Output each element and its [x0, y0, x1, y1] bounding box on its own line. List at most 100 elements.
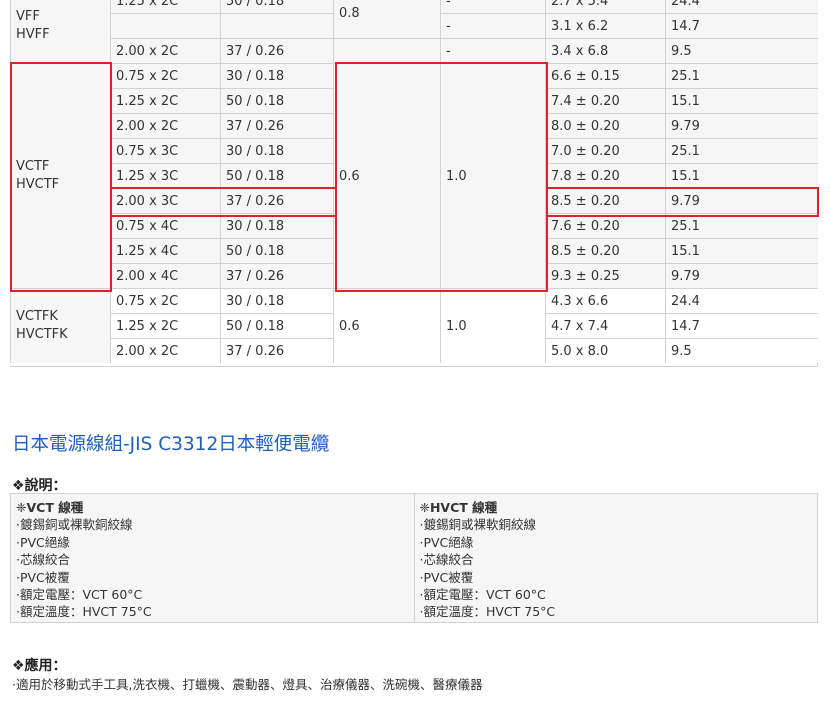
size-cell: 1.25 x 4C [110, 238, 220, 263]
description-line: ·PVC絕緣 [419, 534, 474, 550]
resistance-cell: 14.7 [665, 313, 818, 338]
description-heading: ❖說明： [12, 478, 67, 494]
dimension-cell: 3.1 x 6.2 [545, 13, 665, 38]
description-line: ·芯線絞合 [419, 552, 474, 568]
size-cell: 1.25 x 3C [110, 163, 220, 188]
dimension-cell: 7.4 ± 0.20 [545, 88, 665, 113]
spec-table: VFF HVFF VCTF HVCTF VCTFK HVCTFK 1.25 x 2C 50 /… [10, 0, 818, 367]
description-box: ❈VCT 線種 ·鍍錫銅或裸軟銅絞線 ·PVC絕緣 ·芯線絞合 ·PVC被覆 ·… [10, 493, 818, 623]
strand-cell: 50 / 0.18 [220, 0, 333, 13]
strand-cell: 30 / 0.18 [220, 288, 333, 313]
description-line: ·額定溫度：HVCT 75°C [16, 604, 152, 620]
resistance-cell: 25.1 [665, 138, 818, 163]
dimension-cell: 5.0 x 8.0 [545, 338, 665, 363]
size-cell: 1.25 x 2C [110, 88, 220, 113]
size-cell [110, 13, 220, 38]
dimension-cell: 8.0 ± 0.20 [545, 113, 665, 138]
sheath-vctfk: 1.0 [440, 288, 545, 363]
strand-cell: 37 / 0.26 [220, 38, 333, 63]
description-line: ·PVC絕緣 [16, 534, 70, 550]
resistance-cell: 9.79 [665, 113, 818, 138]
column-title: ❈HVCT 線種 [419, 500, 498, 515]
resistance-cell: 24.4 [665, 0, 818, 13]
type-vctf: VCTF HVCTF [10, 63, 110, 288]
resistance-cell: 25.1 [665, 63, 818, 88]
resistance-cell: 15.1 [665, 88, 818, 113]
resistance-cell: 9.5 [665, 38, 818, 63]
size-cell: 0.75 x 2C [110, 63, 220, 88]
resistance-cell: 15.1 [665, 163, 818, 188]
strand-cell: 37 / 0.26 [220, 263, 333, 288]
description-column-vct: ❈VCT 線種 ·鍍錫銅或裸軟銅絞線 ·PVC絕緣 ·芯線絞合 ·PVC被覆 ·… [11, 494, 414, 622]
strand-cell: 30 / 0.18 [220, 63, 333, 88]
type-name: HVCTF [16, 177, 60, 192]
strand-cell: 37 / 0.26 [220, 113, 333, 138]
strand-cell: 30 / 0.18 [220, 138, 333, 163]
dimension-cell: 2.7 x 5.4 [545, 0, 665, 13]
application-heading: ❖應用： [12, 658, 67, 674]
resistance-cell: 9.79 [665, 188, 818, 213]
description-line: ·芯線絞合 [16, 552, 70, 568]
dimension-cell: 3.4 x 6.8 [545, 38, 665, 63]
dimension-cell: 9.3 ± 0.25 [545, 263, 665, 288]
strand-cell: 50 / 0.18 [220, 88, 333, 113]
resistance-cell: 24.4 [665, 288, 818, 313]
sheath-vff: - [440, 0, 545, 13]
sheath-vctf: 1.0 [440, 63, 545, 288]
type-name: VFF [16, 9, 40, 24]
type-name: HVFF [16, 27, 50, 42]
dimension-cell: 6.6 ± 0.15 [545, 63, 665, 88]
description-line: ·鍍錫銅或裸軟銅絞線 [419, 517, 536, 533]
resistance-cell: 9.5 [665, 338, 818, 363]
dimension-cell: 7.0 ± 0.20 [545, 138, 665, 163]
size-cell: 2.00 x 3C [110, 188, 220, 213]
type-name: VCTFK [16, 309, 58, 324]
column-title: ❈VCT 線種 [16, 500, 84, 515]
resistance-cell: 9.79 [665, 263, 818, 288]
dimension-cell: 8.5 ± 0.20 [545, 238, 665, 263]
size-cell: 0.75 x 3C [110, 138, 220, 163]
application-text: ·適用於移動式手工具,洗衣機、打蠟機、震動器、燈具、治療儀器、洗碗機、醫療儀器 [12, 677, 483, 692]
type-vctfk: VCTFK HVCTFK [10, 288, 110, 363]
description-line: ·鍍錫銅或裸軟銅絞線 [16, 517, 133, 533]
sheath-vff: - [440, 13, 545, 38]
resistance-cell: 15.1 [665, 238, 818, 263]
description-column-hvct: ❈HVCT 線種 ·鍍錫銅或裸軟銅絞線 ·PVC絕緣 ·芯線絞合 ·PVC被覆 … [413, 494, 817, 622]
strand-cell: 50 / 0.18 [220, 163, 333, 188]
resistance-cell: 25.1 [665, 213, 818, 238]
description-line: ·額定電壓：VCT 60°C [16, 587, 143, 603]
strand-cell [220, 13, 333, 38]
strand-cell: 50 / 0.18 [220, 238, 333, 263]
size-cell: 2.00 x 2C [110, 338, 220, 363]
type-name: HVCTFK [16, 327, 68, 342]
sheath-vff: - [440, 38, 545, 63]
strand-cell: 50 / 0.18 [220, 313, 333, 338]
description-line: ·額定溫度：HVCT 75°C [419, 604, 556, 620]
insulation-vff-blank [333, 38, 440, 63]
size-cell: 0.75 x 2C [110, 288, 220, 313]
strand-cell: 37 / 0.26 [220, 338, 333, 363]
dimension-cell: 4.7 x 7.4 [545, 313, 665, 338]
description-line: ·PVC被覆 [419, 569, 474, 585]
size-cell: 2.00 x 4C [110, 263, 220, 288]
insulation-vctf: 0.6 [333, 63, 440, 288]
type-name: VCTF [16, 159, 50, 174]
type-vff: VFF HVFF [10, 0, 110, 63]
dimension-cell: 7.6 ± 0.20 [545, 213, 665, 238]
insulation-vff: 0.8 [333, 0, 440, 38]
dimension-cell: 7.8 ± 0.20 [545, 163, 665, 188]
description-line: ·PVC被覆 [16, 569, 70, 585]
strand-cell: 37 / 0.26 [220, 188, 333, 213]
dimension-cell: 4.3 x 6.6 [545, 288, 665, 313]
insulation-vctfk: 0.6 [333, 288, 440, 363]
description-line: ·額定電壓：VCT 60°C [419, 587, 546, 603]
size-cell: 1.25 x 2C [110, 0, 220, 13]
resistance-cell: 14.7 [665, 13, 818, 38]
size-cell: 2.00 x 2C [110, 113, 220, 138]
size-cell: 2.00 x 2C [110, 38, 220, 63]
page-title: 日本電源線組-JIS C3312日本輕便電纜 [12, 434, 330, 455]
dimension-cell: 8.5 ± 0.20 [545, 188, 665, 213]
size-cell: 1.25 x 2C [110, 313, 220, 338]
size-cell: 0.75 x 4C [110, 213, 220, 238]
strand-cell: 30 / 0.18 [220, 213, 333, 238]
